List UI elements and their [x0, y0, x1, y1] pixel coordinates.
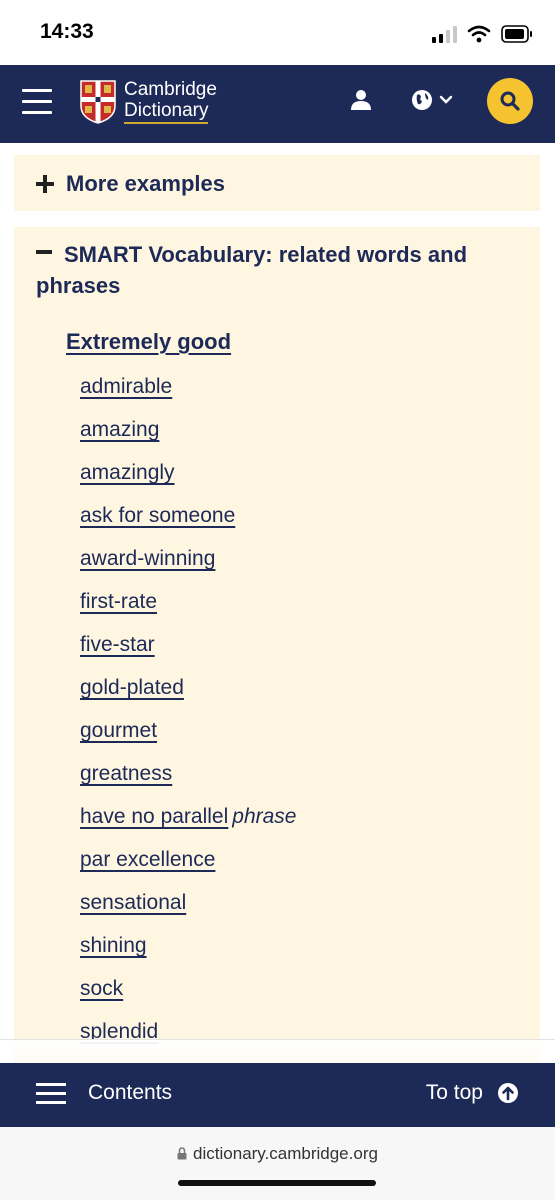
related-words-list: admirable amazing amazingly ask for some… [80, 375, 297, 1063]
minus-icon [36, 250, 52, 255]
word-link[interactable]: admirable [80, 375, 172, 398]
word-link[interactable]: amazing [80, 418, 159, 441]
list-item: sock [80, 977, 297, 1020]
url-text: dictionary.cambridge.org [193, 1144, 378, 1163]
more-examples-label: More examples [66, 171, 225, 196]
word-link[interactable]: sensational [80, 891, 186, 914]
status-bar: 14:33 [0, 0, 555, 65]
menu-icon[interactable] [22, 89, 52, 117]
category-link[interactable]: Extremely good [66, 329, 231, 355]
status-icons [432, 22, 533, 46]
chevron-down-icon [439, 95, 453, 104]
word-link[interactable]: gourmet [80, 719, 157, 742]
list-item: first-rate [80, 590, 297, 633]
globe-icon [412, 90, 432, 110]
bottom-toolbar: Contents To top [0, 1063, 555, 1127]
search-button[interactable] [487, 78, 533, 124]
list-item: five-star [80, 633, 297, 676]
language-selector[interactable] [411, 89, 453, 111]
crest-icon [80, 79, 116, 124]
list-item: par excellence [80, 848, 297, 891]
list-item: award-winning [80, 547, 297, 590]
contents-button[interactable]: Contents [36, 1081, 172, 1105]
status-time: 14:33 [40, 20, 94, 43]
scroll-fade [0, 1040, 555, 1063]
word-link[interactable]: gold-plated [80, 676, 184, 699]
list-item: gold-plated [80, 676, 297, 719]
list-item: amazing [80, 418, 297, 461]
user-icon[interactable] [350, 89, 372, 111]
list-icon [36, 1082, 66, 1104]
lock-icon [177, 1147, 187, 1160]
list-item: ask for someone [80, 504, 297, 547]
to-top-label: To top [425, 1081, 483, 1104]
word-link[interactable]: first-rate [80, 590, 157, 613]
list-item: amazingly [80, 461, 297, 504]
home-indicator [178, 1180, 376, 1186]
list-item: shining [80, 934, 297, 977]
smart-vocabulary-panel: SMART Vocabulary: related words and phra… [14, 227, 540, 1063]
site-header: Cambridge Dictionary [0, 65, 555, 143]
list-item: sensational [80, 891, 297, 934]
wifi-icon [467, 25, 491, 43]
browser-url-bar[interactable]: dictionary.cambridge.org [0, 1127, 555, 1200]
list-item: greatness [80, 762, 297, 805]
word-link[interactable]: ask for someone [80, 504, 235, 527]
to-top-button[interactable]: To top [426, 1081, 519, 1105]
list-item: have no parallel phrase [80, 805, 297, 848]
cambridge-logo[interactable]: Cambridge Dictionary [80, 79, 217, 124]
more-examples-toggle[interactable]: More examples [36, 171, 225, 197]
contents-label: Contents [88, 1081, 173, 1104]
battery-icon [501, 25, 532, 43]
smart-vocabulary-title: SMART Vocabulary: related words and phra… [36, 242, 468, 298]
list-item: admirable [80, 375, 297, 418]
word-link[interactable]: shining [80, 934, 147, 957]
word-link[interactable]: have no parallel [80, 805, 228, 828]
plus-icon [36, 175, 54, 193]
arrow-up-circle-icon [498, 1083, 518, 1103]
part-of-speech: phrase [232, 805, 297, 828]
logo-text: Cambridge Dictionary [124, 79, 217, 124]
smart-vocabulary-toggle[interactable]: SMART Vocabulary: related words and phra… [36, 239, 516, 301]
word-link[interactable]: award-winning [80, 547, 215, 570]
word-link[interactable]: amazingly [80, 461, 175, 484]
word-link[interactable]: five-star [80, 633, 155, 656]
search-icon [500, 91, 520, 111]
word-link[interactable]: greatness [80, 762, 172, 785]
address-field[interactable]: dictionary.cambridge.org [0, 1144, 555, 1164]
brand-line-1: Cambridge [124, 79, 217, 100]
list-item: gourmet [80, 719, 297, 762]
word-link[interactable]: par excellence [80, 848, 215, 871]
brand-line-2: Dictionary [124, 100, 209, 124]
more-examples-panel[interactable]: More examples [14, 155, 540, 211]
cellular-signal-icon [432, 25, 457, 43]
page-content: More examples SMART Vocabulary: related … [0, 143, 555, 1063]
word-link[interactable]: sock [80, 977, 123, 1000]
